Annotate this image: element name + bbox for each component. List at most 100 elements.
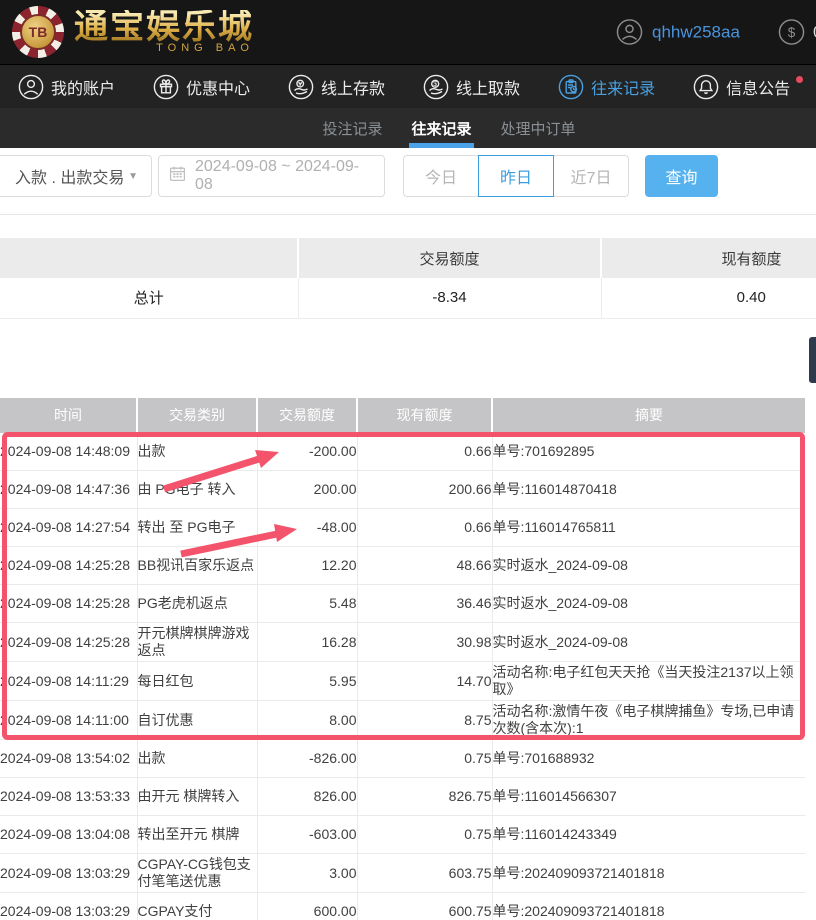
svg-text:$: $ — [433, 81, 437, 88]
user-avatar-icon — [616, 19, 643, 46]
cell-note: 活动名称:激情午夜《电子棋牌捕鱼》专场,已申请次数(含本次):1 — [492, 701, 805, 740]
col-header-note: 摘要 — [492, 398, 805, 433]
wallet[interactable]: $ 0 — [778, 19, 816, 46]
tab-betting-records[interactable]: 投注记录 — [322, 108, 382, 148]
cell-time: 2024-09-08 13:53:33 — [0, 778, 137, 816]
cell-balance: 200.66 — [357, 471, 492, 509]
cell-note: 单号:701692895 — [492, 433, 805, 471]
cell-amount: 3.00 — [257, 854, 357, 893]
summary-header-balance: 现有额度 — [601, 238, 816, 278]
svg-text:$: $ — [788, 25, 796, 40]
range-yesterday-button[interactable]: 昨日 — [478, 155, 554, 197]
site-subtitle: TONG BAO — [156, 42, 254, 54]
nav-item-announcements[interactable]: 信息公告 — [693, 74, 803, 100]
nav-item-records[interactable]: 往来记录 — [558, 74, 655, 100]
transaction-row: 2024-09-08 13:04:08转出至开元 棋牌-603.000.75单号… — [0, 816, 805, 854]
notification-dot — [796, 76, 803, 83]
cell-note: 单号:701688932 — [492, 740, 805, 778]
transaction-row: 2024-09-08 14:11:29每日红包5.9514.70活动名称:电子红… — [0, 662, 805, 701]
transaction-type-select[interactable]: 入款 . 出款交易 ▼ — [0, 155, 152, 197]
summary-total-label: 总计 — [0, 278, 298, 318]
summary-total-balance: 0.40 — [601, 278, 816, 318]
cell-type: BB视讯百家乐返点 — [137, 547, 257, 585]
col-header-amount: 交易额度 — [257, 398, 357, 433]
cell-type: 由开元 棋牌转入 — [137, 778, 257, 816]
floating-side-widget[interactable] — [809, 337, 816, 383]
search-button[interactable]: 查询 — [645, 155, 718, 197]
nav-item-deposit[interactable]: 线上存款 — [288, 74, 385, 100]
cell-amount: -826.00 — [257, 740, 357, 778]
cell-time: 2024-09-08 13:03:29 — [0, 854, 137, 893]
transaction-records-page: { "header": { "logo": { "chip_text": "TB… — [0, 0, 816, 920]
tab-pending-orders[interactable]: 处理中订单 — [501, 108, 576, 148]
summary-section: 交易额度 现有额度 总计 -8.34 0.40 — [0, 238, 816, 319]
summary-header-amount: 交易额度 — [298, 238, 601, 278]
cell-note: 单号:116014870418 — [492, 471, 805, 509]
cell-amount: -48.00 — [257, 509, 357, 547]
cell-note: 实时返水_2024-09-08 — [492, 623, 805, 662]
cell-note: 单号:116014765811 — [492, 509, 805, 547]
records-icon — [558, 74, 584, 100]
cell-time: 2024-09-08 13:03:29 — [0, 893, 137, 920]
cell-amount: 5.48 — [257, 585, 357, 623]
cell-balance: 603.75 — [357, 854, 492, 893]
cell-type: CGPAY支付 — [137, 893, 257, 920]
record-tabs: 投注记录 往来记录 处理中订单 — [0, 108, 816, 148]
cell-time: 2024-09-08 14:25:28 — [0, 585, 137, 623]
cell-balance: 36.46 — [357, 585, 492, 623]
cell-amount: 5.95 — [257, 662, 357, 701]
range-today-button[interactable]: 今日 — [403, 155, 479, 197]
cell-type: 转出 至 PG电子 — [137, 509, 257, 547]
nav-item-withdraw[interactable]: $ 线上取款 — [423, 74, 520, 100]
transaction-row: 2024-09-08 13:03:29CGPAY支付600.00600.75单号… — [0, 893, 805, 920]
site-title: 通宝娱乐城 — [74, 10, 254, 46]
transaction-type-value: 入款 . 出款交易 — [15, 164, 124, 188]
bell-icon — [693, 74, 719, 100]
withdraw-icon: $ — [423, 74, 449, 100]
cell-type: 转出至开元 棋牌 — [137, 816, 257, 854]
summary-total-row: 总计 -8.34 0.40 — [0, 278, 816, 318]
transactions-table: 时间 交易类别 交易额度 现有额度 摘要 2024-09-08 14:48:09… — [0, 398, 805, 920]
user-account[interactable]: qhhw258aa — [616, 19, 740, 46]
cell-balance: 14.70 — [357, 662, 492, 701]
nav-item-my-account[interactable]: 我的账户 — [18, 74, 115, 100]
quick-range-group: 今日 昨日 近7日 — [403, 155, 629, 197]
transaction-row: 2024-09-08 13:54:02出款-826.000.75单号:70168… — [0, 740, 805, 778]
cell-time: 2024-09-08 14:27:54 — [0, 509, 137, 547]
nav-label: 信息公告 — [726, 75, 790, 99]
balance-dollar-icon: $ — [778, 19, 805, 46]
cell-time: 2024-09-08 13:04:08 — [0, 816, 137, 854]
account-icon — [18, 74, 44, 100]
cell-time: 2024-09-08 13:54:02 — [0, 740, 137, 778]
nav-label: 往来记录 — [591, 75, 655, 99]
cell-note: 单号:202409093721401818 — [492, 854, 805, 893]
cell-time: 2024-09-08 14:11:29 — [0, 662, 137, 701]
nav-label: 线上取款 — [456, 75, 520, 99]
nav-label: 我的账户 — [51, 75, 115, 99]
summary-table: 交易额度 现有额度 总计 -8.34 0.40 — [0, 238, 816, 319]
cell-note: 实时返水_2024-09-08 — [492, 585, 805, 623]
summary-total-amount: -8.34 — [298, 278, 601, 318]
cell-amount: 12.20 — [257, 547, 357, 585]
site-logo[interactable]: TB 通宝娱乐城 TONG BAO — [12, 6, 254, 58]
cell-note: 单号:116014566307 — [492, 778, 805, 816]
cell-type: 每日红包 — [137, 662, 257, 701]
cell-note: 实时返水_2024-09-08 — [492, 547, 805, 585]
nav-label: 优惠中心 — [186, 75, 250, 99]
calendar-icon — [169, 165, 186, 187]
range-last7days-button[interactable]: 近7日 — [553, 155, 629, 197]
filter-bar: 入款 . 出款交易 ▼ 2024-09-08 ~ 2024-09-08 今日 昨… — [0, 148, 816, 215]
transaction-row: 2024-09-08 14:25:28PG老虎机返点5.4836.46实时返水_… — [0, 585, 805, 623]
date-range-input[interactable]: 2024-09-08 ~ 2024-09-08 — [158, 155, 385, 197]
cell-time: 2024-09-08 14:25:28 — [0, 547, 137, 585]
cell-balance: 826.75 — [357, 778, 492, 816]
cell-balance: 0.66 — [357, 433, 492, 471]
transaction-row: 2024-09-08 13:03:29CGPAY-CG钱包支付笔笔送优惠3.00… — [0, 854, 805, 893]
col-header-time: 时间 — [0, 398, 137, 433]
transactions-header-row: 时间 交易类别 交易额度 现有额度 摘要 — [0, 398, 805, 433]
username[interactable]: qhhw258aa — [652, 22, 740, 42]
chevron-down-icon: ▼ — [128, 171, 138, 182]
tab-transaction-records[interactable]: 往来记录 — [411, 108, 471, 148]
nav-item-promotions[interactable]: 优惠中心 — [153, 74, 250, 100]
cell-type: 开元棋牌棋牌游戏返点 — [137, 623, 257, 662]
